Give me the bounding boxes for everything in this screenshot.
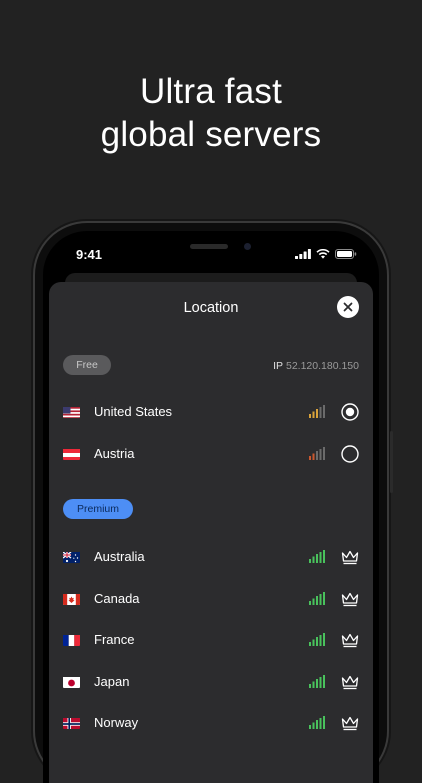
close-icon	[343, 302, 353, 312]
ca-flag-icon	[63, 593, 80, 605]
no-flag-icon	[63, 717, 80, 729]
au-flag-icon	[63, 551, 80, 563]
radio-unselected-icon[interactable]	[341, 445, 359, 463]
country-name: Australia	[94, 549, 145, 564]
server-row-australia[interactable]: Australia	[49, 542, 373, 572]
signal-strength-icon	[309, 633, 325, 646]
sheet-title: Location	[183, 300, 239, 316]
server-row-austria[interactable]: Austria	[49, 439, 373, 469]
phone-side-button	[390, 431, 393, 493]
headline-line-2: global servers	[100, 115, 322, 154]
status-bar: 9:41	[43, 231, 379, 277]
signal-strength-icon	[309, 592, 325, 605]
crown-icon	[341, 675, 359, 690]
signal-strength-icon	[309, 405, 325, 418]
signal-strength-icon	[309, 550, 325, 563]
battery-icon	[335, 249, 357, 259]
headline: Ultra fast global servers	[0, 70, 422, 156]
jp-flag-icon	[63, 676, 80, 688]
headline-line-1: Ultra fast	[139, 72, 283, 111]
premium-badge: Premium	[63, 499, 133, 519]
cellular-signal-icon	[295, 249, 311, 259]
status-icons	[295, 249, 357, 259]
at-flag-icon	[63, 448, 80, 460]
country-name: Japan	[94, 674, 130, 689]
crown-icon	[341, 550, 359, 565]
ip-value: 52.120.180.150	[286, 360, 359, 372]
ip-address: IP 52.120.180.150	[273, 360, 359, 372]
server-row-japan[interactable]: Japan	[49, 667, 373, 697]
country-name: France	[94, 632, 135, 647]
server-row-canada[interactable]: Canada	[49, 584, 373, 614]
signal-strength-icon	[309, 447, 325, 460]
country-name: Austria	[94, 446, 135, 461]
country-name: Canada	[94, 591, 140, 606]
crown-icon	[341, 592, 359, 607]
crown-icon	[341, 633, 359, 648]
radio-selected-icon[interactable]	[341, 403, 359, 421]
ip-label: IP	[273, 360, 283, 372]
phone-frame: 9:41 Location Free IP 52.120.180.150 Uni…	[35, 223, 393, 783]
front-camera	[244, 243, 251, 250]
status-time: 9:41	[76, 247, 103, 262]
signal-strength-icon	[309, 716, 325, 729]
location-sheet: Location Free IP 52.120.180.150 United S…	[49, 282, 373, 783]
free-badge: Free	[63, 355, 111, 375]
wifi-icon	[316, 249, 330, 259]
us-flag-icon	[63, 406, 80, 418]
phone-screen: 9:41 Location Free IP 52.120.180.150 Uni…	[43, 231, 379, 783]
server-row-united-states[interactable]: United States	[49, 397, 373, 427]
fr-flag-icon	[63, 634, 80, 646]
country-name: Norway	[94, 715, 139, 730]
server-row-france[interactable]: France	[49, 625, 373, 655]
signal-strength-icon	[309, 675, 325, 688]
server-row-norway[interactable]: Norway	[49, 708, 373, 738]
crown-icon	[341, 716, 359, 731]
country-name: United States	[94, 404, 173, 419]
speaker-grille	[190, 244, 228, 249]
close-button[interactable]	[337, 296, 359, 318]
